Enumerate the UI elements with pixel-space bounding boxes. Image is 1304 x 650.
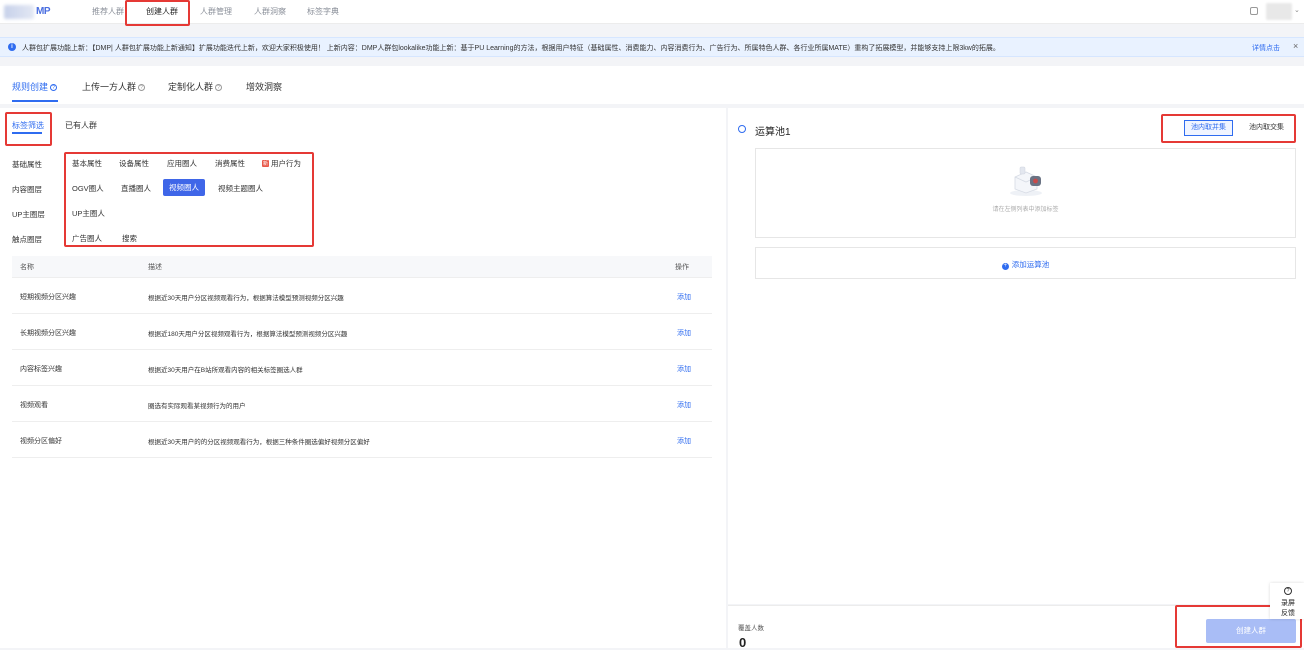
row-description: 根据近30天用户的的分区视频观看行为，根据三种条件圈选偏好视频分区偏好 bbox=[148, 439, 370, 446]
message-icon[interactable] bbox=[1250, 7, 1258, 15]
chip-video-topic-audience[interactable]: 视频主题圈人 bbox=[218, 183, 263, 194]
chevron-down-icon[interactable]: ⌄ bbox=[1294, 6, 1300, 14]
table-row: 长期视频分区兴趣 根据近180天用户分区视频观看行为，根据算法模型预测视频分区兴… bbox=[12, 314, 712, 350]
help-icon[interactable]: ? bbox=[50, 84, 58, 91]
category-label-content: 内容圈层 bbox=[12, 185, 42, 194]
add-button[interactable]: 添加 bbox=[677, 364, 691, 374]
empty-state-text: 请在左侧列表中添加标签 bbox=[992, 207, 1059, 213]
chip-consumption-attributes[interactable]: 消费属性 bbox=[215, 158, 245, 169]
add-button[interactable]: 添加 bbox=[677, 400, 691, 410]
chip-video-audience[interactable]: 视频圈人 bbox=[163, 179, 205, 196]
add-operation-pool-button[interactable]: + 添加运算池 bbox=[755, 247, 1296, 279]
empty-state-illustration-icon bbox=[1010, 166, 1042, 196]
top-navigation-bar: MP 推荐人群 创建人群 人群管理 人群洞察 标签字典 ⌄ bbox=[0, 0, 1304, 24]
column-header-name: 名称 bbox=[20, 264, 34, 271]
row-description: 根据近30天用户分区视频观看行为，根据算法模型预测视频分区兴趣 bbox=[148, 295, 344, 302]
chip-search[interactable]: 搜索 bbox=[122, 233, 137, 244]
table-row: 短期视频分区兴趣 根据近30天用户分区视频观看行为，根据算法模型预测视频分区兴趣… bbox=[12, 278, 712, 314]
record-icon: ? bbox=[1284, 587, 1292, 595]
info-icon: i bbox=[8, 43, 16, 51]
row-description: 根据近30天用户在B站所观看内容的相关标签圈选人群 bbox=[148, 367, 303, 374]
category-label-basic: 基础属性 bbox=[12, 160, 42, 169]
row-name: 长期视频分区兴趣 bbox=[20, 330, 76, 337]
row-description: 根据近180天用户分区视频观看行为，根据算法模型预测视频分区兴趣 bbox=[148, 331, 348, 338]
tab-rule-create[interactable]: 规则创建? bbox=[12, 80, 58, 93]
table-header: 名称 描述 操作 bbox=[12, 256, 712, 278]
column-header-action: 操作 bbox=[675, 264, 689, 271]
tab-label: 规则创建 bbox=[12, 82, 49, 92]
table-row: 视频分区偏好 根据近30天用户的的分区视频观看行为，根据三种条件圈选偏好视频分区… bbox=[12, 422, 712, 458]
table-row: 视频观看 圈选有实际观看某视频行为的用户 添加 bbox=[12, 386, 712, 422]
logo-blurred-mark bbox=[4, 5, 34, 19]
row-name: 内容标签兴趣 bbox=[20, 366, 62, 373]
chip-basic-attributes[interactable]: 基本属性 bbox=[72, 158, 102, 169]
pool-title: 运算池1 bbox=[755, 127, 791, 138]
row-name: 短期视频分区兴趣 bbox=[20, 294, 76, 301]
logo-text: MP bbox=[36, 6, 51, 17]
tab-label: 上传一方人群 bbox=[82, 82, 137, 92]
feedback-line2: 反馈 bbox=[1281, 610, 1295, 617]
new-badge: 新 bbox=[262, 160, 270, 167]
pool-empty-area: 请在左侧列表中添加标签 bbox=[755, 148, 1296, 238]
nav-audience-management[interactable]: 人群管理 bbox=[200, 6, 232, 17]
chip-ad-audience[interactable]: 广告圈人 bbox=[72, 233, 102, 244]
category-label-up: UP主圈层 bbox=[12, 210, 45, 219]
subtab-existing-audience[interactable]: 已有人群 bbox=[65, 120, 97, 131]
plus-circle-icon: + bbox=[1001, 263, 1009, 270]
create-footer: 覆盖人数 0 创建人群 bbox=[728, 605, 1304, 650]
category-label-touchpoint: 触点圈层 bbox=[12, 235, 42, 244]
close-icon[interactable]: × bbox=[1293, 41, 1298, 51]
tag-selection-panel: 标签筛选 已有人群 基础属性 基本属性 设备属性 应用圈人 消费属性 新用户行为… bbox=[0, 108, 726, 648]
announcement-bar: i 人群包扩展功能上新：【DMP| 人群包扩展功能上新通知】扩展功能迭代上新，欢… bbox=[0, 37, 1304, 57]
table-row: 内容标签兴趣 根据近30天用户在B站所观看内容的相关标签圈选人群 添加 bbox=[12, 350, 712, 386]
tab-label: 定制化人群 bbox=[168, 82, 214, 92]
add-button[interactable]: 添加 bbox=[677, 328, 691, 338]
user-avatar[interactable] bbox=[1266, 3, 1292, 20]
operation-pool-panel: 运算池1 池内取并集 池内取交集 请在左侧列表中添加标签 + 添加运算池 bbox=[728, 108, 1304, 604]
pool-radio-icon[interactable] bbox=[738, 125, 746, 133]
row-name: 视频观看 bbox=[20, 402, 48, 409]
feedback-line1: 录屏 bbox=[1281, 600, 1295, 607]
chip-live-audience[interactable]: 直播圈人 bbox=[121, 183, 151, 194]
subtab-tag-filter[interactable]: 标签筛选 bbox=[12, 120, 44, 131]
chip-up-audience[interactable]: UP主圈人 bbox=[72, 208, 105, 219]
help-icon[interactable]: ? bbox=[215, 84, 223, 91]
subtab-indicator bbox=[12, 132, 42, 134]
pool-intersect-button[interactable]: 池内取交集 bbox=[1242, 120, 1291, 136]
nav-audience-insight[interactable]: 人群洞察 bbox=[254, 6, 286, 17]
nav-create-audience[interactable]: 创建人群 bbox=[146, 6, 178, 17]
nav-tag-dictionary[interactable]: 标签字典 bbox=[307, 6, 339, 17]
chip-label: 用户行为 bbox=[271, 159, 302, 168]
main-tabs: 规则创建? 上传一方人群? 定制化人群? 增效洞察 bbox=[0, 66, 1304, 104]
chip-user-behavior[interactable]: 新用户行为 bbox=[262, 158, 301, 169]
tab-efficiency-insight[interactable]: 增效洞察 bbox=[246, 80, 282, 93]
tab-label: 增效洞察 bbox=[246, 82, 283, 92]
dmp-logo[interactable]: MP bbox=[4, 5, 56, 19]
column-header-description: 描述 bbox=[148, 264, 162, 271]
chip-app-audience[interactable]: 应用圈人 bbox=[167, 158, 197, 169]
tab-custom-audience[interactable]: 定制化人群? bbox=[168, 80, 223, 93]
announcement-text: 人群包扩展功能上新：【DMP| 人群包扩展功能上新通知】扩展功能迭代上新，欢迎大… bbox=[22, 45, 1000, 52]
details-link[interactable]: 详情点击 bbox=[1252, 43, 1280, 53]
chip-ogv-audience[interactable]: OGV圈人 bbox=[72, 183, 104, 194]
add-pool-label: 添加运算池 bbox=[1011, 260, 1050, 269]
row-name: 视频分区偏好 bbox=[20, 438, 62, 445]
row-description: 圈选有实际观看某视频行为的用户 bbox=[148, 403, 246, 410]
pool-union-button[interactable]: 池内取并集 bbox=[1184, 120, 1233, 136]
add-button[interactable]: 添加 bbox=[677, 436, 691, 446]
coverage-label: 覆盖人数 bbox=[738, 625, 764, 632]
tab-upload-first-party[interactable]: 上传一方人群? bbox=[82, 80, 146, 93]
add-button[interactable]: 添加 bbox=[677, 292, 691, 302]
nav-recommended-audience[interactable]: 推荐人群 bbox=[92, 6, 124, 17]
active-tab-indicator bbox=[12, 100, 58, 102]
screen-record-feedback-button[interactable]: ? 录屏 反馈 bbox=[1270, 583, 1304, 619]
create-audience-button[interactable]: 创建人群 bbox=[1206, 619, 1296, 643]
help-icon[interactable]: ? bbox=[138, 84, 146, 91]
add-pool-label-wrapper: + 添加运算池 bbox=[756, 259, 1295, 270]
chip-device-attributes[interactable]: 设备属性 bbox=[119, 158, 149, 169]
